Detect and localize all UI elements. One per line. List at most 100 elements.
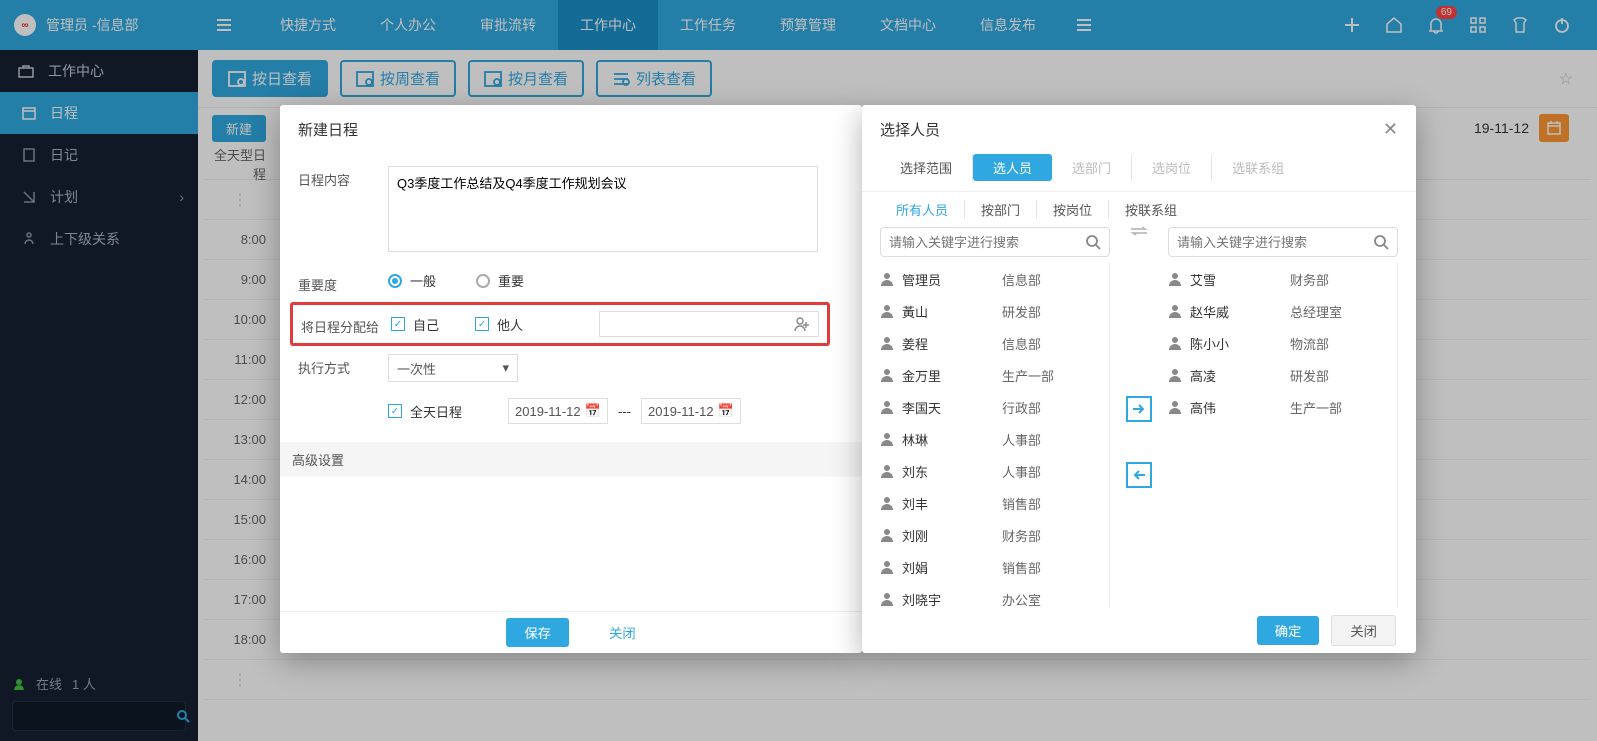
- person-row[interactable]: 管理员信息部: [880, 263, 1105, 295]
- person-dept: 销售部: [1002, 494, 1041, 513]
- date-to[interactable]: 2019-11-12 📅: [641, 398, 741, 424]
- available-search[interactable]: [880, 227, 1110, 257]
- selected-col: 艾雪财务部赵华威总经理室陈小小物流部高凌研发部高伟生产一部: [1168, 227, 1398, 607]
- person-name: 刘丰: [902, 494, 1002, 513]
- check-label: 全天日程: [410, 402, 462, 421]
- scope-range[interactable]: 选择范围: [880, 154, 973, 181]
- dialog-title: 新建日程: [280, 105, 862, 154]
- person-row[interactable]: 高凌研发部: [1168, 359, 1393, 391]
- radio-normal[interactable]: 一般: [388, 271, 436, 290]
- person-row[interactable]: 高伟生产一部: [1168, 391, 1393, 423]
- person-dept: 办公室: [1002, 590, 1041, 608]
- chevron-down-icon: ▾: [502, 360, 509, 376]
- person-name: 姜程: [902, 334, 1002, 353]
- scope-dept: 选部门: [1052, 154, 1132, 181]
- person-dept: 物流部: [1290, 334, 1329, 353]
- person-dept: 信息部: [1002, 270, 1041, 289]
- person-icon: [880, 368, 894, 382]
- person-dept: 销售部: [1002, 558, 1041, 577]
- person-row[interactable]: 刘晓宇办公室: [880, 583, 1105, 607]
- content-textarea[interactable]: [388, 166, 818, 252]
- person-name: 金万里: [902, 366, 1002, 385]
- move-left-button[interactable]: [1126, 462, 1152, 488]
- selected-search[interactable]: [1168, 227, 1398, 257]
- date-value: 2019-11-12: [515, 404, 581, 419]
- search-input[interactable]: [1177, 235, 1373, 250]
- person-icon: [880, 304, 894, 318]
- person-row[interactable]: 李国天行政部: [880, 391, 1105, 423]
- search-icon: [1085, 234, 1101, 250]
- dialog-footer: 保存 关闭: [280, 611, 862, 653]
- filter-bycontact[interactable]: 按联系组: [1109, 200, 1193, 219]
- person-dept: 财务部: [1290, 270, 1329, 289]
- swap-right-icon[interactable]: [1130, 226, 1148, 236]
- date-value: 2019-11-12: [648, 404, 714, 419]
- available-list[interactable]: 管理员信息部黃山研发部姜程信息部金万里生产一部李国天行政部林琳人事部刘东人事部刘…: [880, 263, 1110, 607]
- check-label: 自己: [413, 315, 439, 334]
- selected-list[interactable]: 艾雪财务部赵华威总经理室陈小小物流部高凌研发部高伟生产一部: [1168, 263, 1398, 607]
- person-icon: [880, 272, 894, 286]
- person-dept: 研发部: [1002, 302, 1041, 321]
- label-assign: 将日程分配给: [301, 313, 391, 336]
- person-icon: [1168, 272, 1182, 286]
- ok-button[interactable]: 确定: [1257, 616, 1320, 645]
- row-content: 日程内容: [298, 158, 844, 263]
- radio-label: 重要: [498, 271, 524, 290]
- filter-bydept[interactable]: 按部门: [965, 200, 1037, 219]
- person-icon: [1168, 336, 1182, 350]
- search-input[interactable]: [889, 235, 1085, 250]
- close-button[interactable]: 关闭: [609, 623, 636, 642]
- person-row[interactable]: 黃山研发部: [880, 295, 1105, 327]
- person-name: 艾雪: [1190, 270, 1290, 289]
- person-row[interactable]: 刘刚财务部: [880, 519, 1105, 551]
- calendar-icon: 📅: [585, 403, 601, 419]
- person-icon: [880, 464, 894, 478]
- select-value: 一次性: [397, 359, 436, 378]
- radio-important[interactable]: 重要: [476, 271, 524, 290]
- save-button[interactable]: 保存: [506, 618, 569, 647]
- person-icon: [880, 432, 894, 446]
- close-icon[interactable]: ✕: [1383, 119, 1398, 140]
- advanced-section[interactable]: 高级设置: [280, 442, 862, 477]
- scope-post: 选岗位: [1132, 154, 1212, 181]
- row-assign-highlighted: 将日程分配给 ✓自己 ✓他人: [290, 302, 830, 346]
- person-dept: 总经理室: [1290, 302, 1342, 321]
- scope-person[interactable]: 选人员: [973, 154, 1052, 181]
- person-row[interactable]: 姜程信息部: [880, 327, 1105, 359]
- person-row[interactable]: 艾雪财务部: [1168, 263, 1393, 295]
- assignee-input[interactable]: [599, 311, 819, 337]
- dialog2-footer: 确定 关闭: [1257, 607, 1416, 653]
- person-row[interactable]: 金万里生产一部: [880, 359, 1105, 391]
- person-name: 刘刚: [902, 526, 1002, 545]
- available-col: 管理员信息部黃山研发部姜程信息部金万里生产一部李国天行政部林琳人事部刘东人事部刘…: [880, 227, 1110, 607]
- person-icon: [880, 528, 894, 542]
- person-dept: 人事部: [1002, 462, 1041, 481]
- person-name: 高凌: [1190, 366, 1290, 385]
- check-self[interactable]: ✓自己: [391, 315, 439, 334]
- person-icon: [880, 400, 894, 414]
- person-row[interactable]: 刘东人事部: [880, 455, 1105, 487]
- check-other[interactable]: ✓他人: [475, 315, 523, 334]
- person-row[interactable]: 刘丰销售部: [880, 487, 1105, 519]
- person-icon: [1168, 368, 1182, 382]
- select-people-dialog: 选择人员 ✕ 选择范围 选人员 选部门 选岗位 选联系组 所有人员 按部门 按岗…: [862, 105, 1416, 653]
- person-dept: 研发部: [1290, 366, 1329, 385]
- person-name: 刘娟: [902, 558, 1002, 577]
- person-row[interactable]: 赵华威总经理室: [1168, 295, 1393, 327]
- filter-bypost[interactable]: 按岗位: [1037, 200, 1109, 219]
- row-mode: 执行方式 一次性▾: [298, 346, 844, 390]
- person-dept: 生产一部: [1002, 366, 1054, 385]
- calendar-icon: 📅: [718, 403, 734, 419]
- person-icon: [880, 592, 894, 606]
- close-button[interactable]: 关闭: [1331, 615, 1396, 646]
- mode-select[interactable]: 一次性 ▾: [388, 354, 518, 382]
- person-name: 管理员: [902, 270, 1002, 289]
- person-row[interactable]: 陈小小物流部: [1168, 327, 1393, 359]
- check-allday[interactable]: ✓全天日程: [388, 402, 462, 421]
- check-label: 他人: [497, 315, 523, 334]
- filter-all[interactable]: 所有人员: [880, 200, 965, 219]
- person-row[interactable]: 刘娟销售部: [880, 551, 1105, 583]
- date-from[interactable]: 2019-11-12 📅: [508, 398, 608, 424]
- move-right-button[interactable]: [1126, 396, 1152, 422]
- person-row[interactable]: 林琳人事部: [880, 423, 1105, 455]
